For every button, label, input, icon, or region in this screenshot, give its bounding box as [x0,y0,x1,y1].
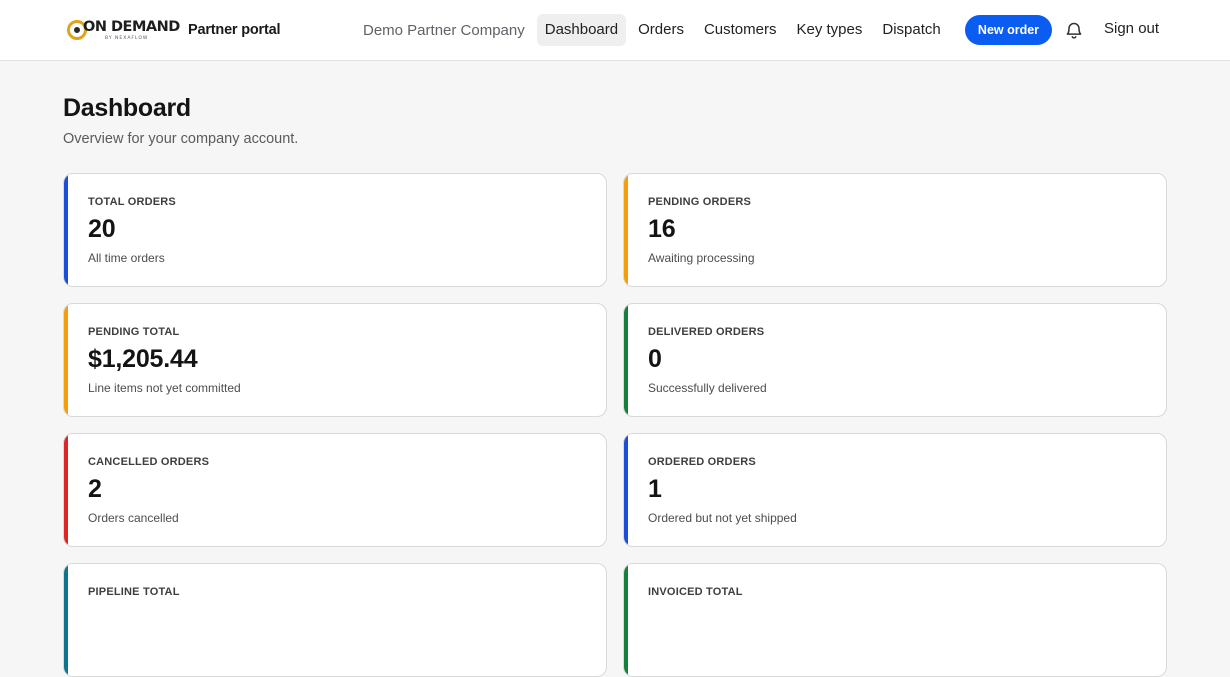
card-label: Cancelled orders [88,456,210,468]
portal-label: Partner portal [188,22,281,38]
card-accent [64,564,68,676]
company-logo[interactable]: ON DEMAND BY NEXAFLOW [67,17,180,43]
card-description: Line items not yet committed [88,381,241,395]
card-accent [624,434,628,546]
main-nav: Demo Partner Company Dashboard Orders Cu… [355,14,949,46]
stat-card-total-orders: Total orders 20 All time orders [63,173,607,287]
nav-customers[interactable]: Customers [696,14,785,46]
card-value: 1 [648,475,662,503]
bell-icon[interactable] [1064,20,1084,40]
stat-card-ordered-orders: Ordered orders 1 Ordered but not yet shi… [623,433,1167,547]
card-label: Pending orders [648,196,752,208]
card-description: Orders cancelled [88,511,179,525]
brand[interactable]: ON DEMAND BY NEXAFLOW Partner portal [67,17,280,43]
page-subtitle: Overview for your company account. [63,131,299,147]
logo-subtext: BY NEXAFLOW [105,36,149,41]
top-navigation-bar: ON DEMAND BY NEXAFLOW Partner portal Dem… [0,0,1230,61]
card-accent [64,304,68,416]
logo-text: ON DEMAND [83,19,180,35]
stat-card-pending-orders: Pending orders 16 Awaiting processing [623,173,1167,287]
stat-card-delivered-orders: Delivered orders 0 Successfully delivere… [623,303,1167,417]
stat-card-pipeline-total: Pipeline total [63,563,607,677]
stat-card-invoiced-total: Invoiced total [623,563,1167,677]
card-description: Ordered but not yet shipped [648,511,797,525]
card-value: 20 [88,215,116,243]
stat-card-cancelled-orders: Cancelled orders 2 Orders cancelled [63,433,607,547]
card-description: All time orders [88,251,165,265]
page-title: Dashboard [63,94,191,122]
company-name: Demo Partner Company [363,21,525,39]
card-accent [624,174,628,286]
sign-out-link[interactable]: Sign out [1104,20,1159,37]
nav-dispatch[interactable]: Dispatch [874,14,948,46]
card-label: Pipeline total [88,586,180,598]
card-accent [624,304,628,416]
nav-dashboard[interactable]: Dashboard [536,14,627,46]
new-order-button[interactable]: New order [965,15,1052,45]
card-label: Ordered orders [648,456,756,468]
card-value: 16 [648,215,676,243]
card-label: Invoiced total [648,586,743,598]
card-value: $1,205.44 [88,345,198,373]
nav-key-types[interactable]: Key types [789,14,871,46]
card-description: Successfully delivered [648,381,767,395]
card-label: Pending total [88,326,180,338]
card-label: Delivered orders [648,326,765,338]
stat-card-pending-total: Pending total $1,205.44 Line items not y… [63,303,607,417]
card-description: Awaiting processing [648,251,755,265]
nav-orders[interactable]: Orders [630,14,692,46]
card-value: 2 [88,475,102,503]
card-value: 0 [648,345,662,373]
card-label: Total orders [88,196,176,208]
card-accent [64,434,68,546]
card-accent [64,174,68,286]
card-accent [624,564,628,676]
stats-grid: Total orders 20 All time orders Pending … [63,173,1167,677]
